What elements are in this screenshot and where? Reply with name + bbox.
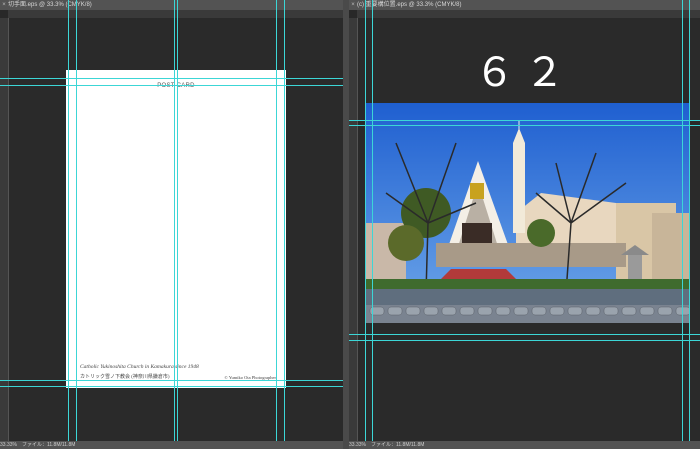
guide-horizontal[interactable] bbox=[0, 85, 343, 86]
vertical-ruler[interactable] bbox=[0, 18, 9, 441]
right-status-bar: 33.33% ファイル：11.8M/11.8M bbox=[349, 441, 700, 449]
postcard-page: POST CARD Catholic Yukinoshita Church in… bbox=[66, 70, 286, 388]
guide-horizontal[interactable] bbox=[349, 334, 700, 335]
guide-horizontal[interactable] bbox=[0, 380, 343, 381]
left-status-text: 33.33% ファイル：11.8M/11.8M bbox=[0, 442, 76, 448]
right-status-text: 33.33% ファイル：11.8M/11.8M bbox=[349, 442, 425, 448]
guide-vertical[interactable] bbox=[284, 0, 285, 449]
right-document-window[interactable]: × (c) 重要構位置.eps @ 33.3% (CMYK/8) ６２ 33.3… bbox=[349, 0, 700, 449]
guide-vertical[interactable] bbox=[689, 0, 690, 449]
postcard-caption-ja: カトリック雪ノ下教会 (神奈川県鎌倉市) bbox=[80, 375, 170, 380]
guide-vertical[interactable] bbox=[682, 0, 683, 449]
guide-vertical[interactable] bbox=[365, 0, 366, 449]
left-status-bar: 33.33% ファイル：11.8M/11.8M bbox=[0, 441, 343, 449]
guide-horizontal[interactable] bbox=[0, 386, 343, 387]
close-icon[interactable]: × bbox=[0, 0, 8, 10]
guide-vertical[interactable] bbox=[372, 0, 373, 449]
church-photo bbox=[366, 103, 690, 323]
guide-vertical[interactable] bbox=[174, 0, 175, 449]
guide-vertical[interactable] bbox=[68, 0, 69, 449]
postcard-caption-en: Catholic Yukinoshita Church in Kamakura … bbox=[80, 364, 199, 370]
left-document-tab[interactable]: × 切手面.eps @ 33.3% (CMYK/8) bbox=[0, 0, 343, 10]
page-number: ６２ bbox=[474, 50, 575, 96]
guide-vertical[interactable] bbox=[76, 0, 77, 449]
guide-horizontal[interactable] bbox=[0, 78, 343, 79]
left-document-title: 切手面.eps @ 33.3% (CMYK/8) bbox=[8, 2, 92, 8]
guide-horizontal[interactable] bbox=[349, 120, 700, 121]
close-icon[interactable]: × bbox=[349, 0, 357, 10]
guide-horizontal[interactable] bbox=[349, 125, 700, 126]
postcard-title: POST CARD bbox=[157, 83, 195, 89]
guide-vertical[interactable] bbox=[276, 0, 277, 449]
guide-horizontal[interactable] bbox=[349, 340, 700, 341]
left-document-window[interactable]: × 切手面.eps @ 33.3% (CMYK/8) POST CARD Cath… bbox=[0, 0, 343, 449]
guide-vertical[interactable] bbox=[177, 0, 178, 449]
right-document-tab[interactable]: × (c) 重要構位置.eps @ 33.3% (CMYK/8) bbox=[349, 0, 700, 10]
